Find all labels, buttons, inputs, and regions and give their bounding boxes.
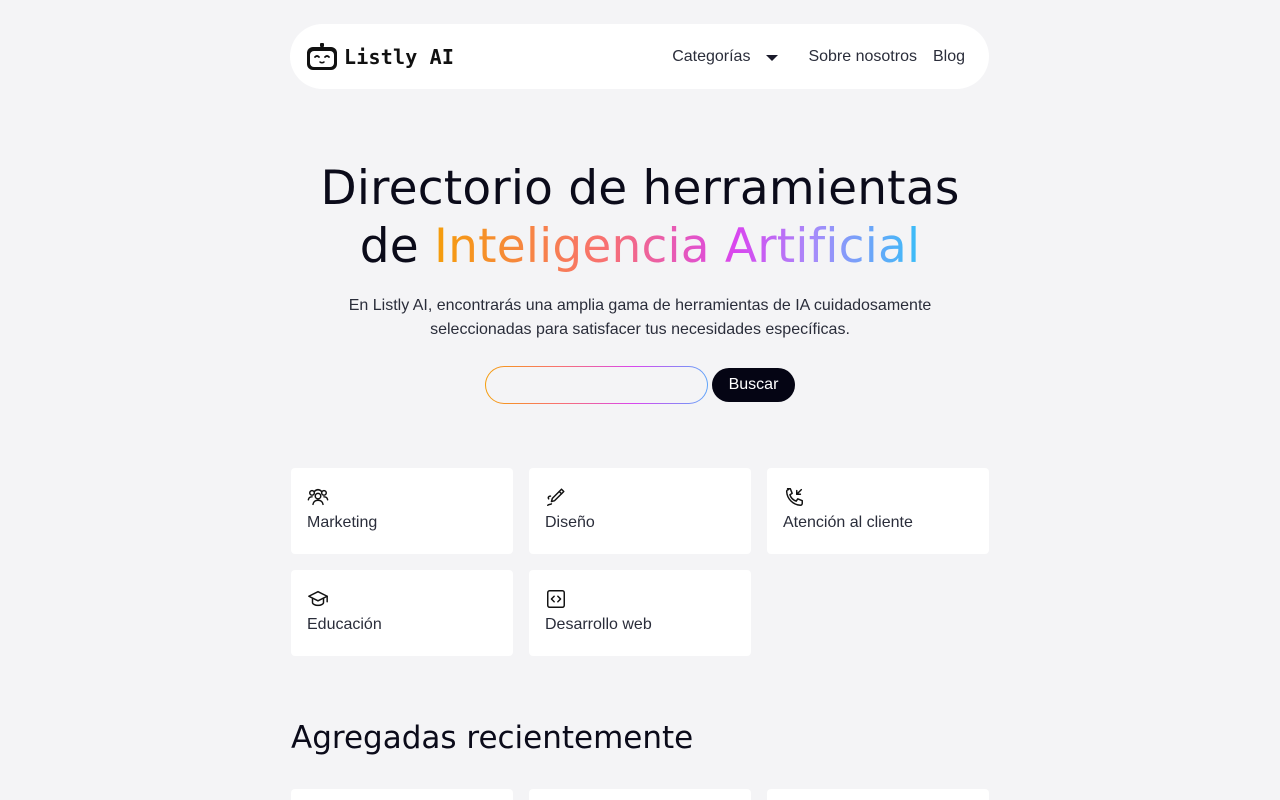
recent-cards (291, 789, 989, 800)
category-grid: Marketing Diseño Atención al cliente Edu… (291, 468, 989, 656)
recent-card[interactable] (767, 789, 989, 800)
hero-subtitle: En Listly AI, encontrarás una amplia gam… (348, 297, 932, 338)
hero-title: Directorio de herramientas de Inteligenc… (240, 160, 1040, 276)
category-label: Marketing (307, 514, 378, 531)
code-icon (547, 590, 565, 608)
brand-logo-link[interactable]: Listly AI (306, 42, 455, 71)
category-card-educacion[interactable]: Educación (291, 570, 513, 656)
category-card-atencion-al-cliente[interactable]: Atención al cliente (767, 468, 989, 554)
nav-blog-link[interactable]: Blog (933, 48, 965, 66)
category-label: Diseño (545, 514, 595, 531)
pen-icon (547, 488, 565, 506)
category-label: Desarrollo web (545, 616, 652, 633)
nav-categories-label: Categorías (672, 47, 751, 65)
search-input-wrapper (485, 366, 708, 404)
category-card-marketing[interactable]: Marketing (291, 468, 513, 554)
nav-categories-dropdown[interactable]: Categorías (672, 47, 779, 66)
category-label: Atención al cliente (783, 514, 913, 531)
graduation-cap-icon (308, 590, 328, 607)
nav-about-link[interactable]: Sobre nosotros (808, 48, 917, 66)
nav-links: Categorías Sobre nosotros Blog (672, 48, 965, 66)
robot-icon (307, 42, 337, 70)
category-label: Educación (307, 616, 382, 633)
search-input[interactable] (486, 367, 707, 403)
caret-down-icon (766, 54, 779, 61)
hero-title-prefix: de (359, 219, 435, 274)
hero-title-highlight: Inteligencia Artificial (434, 219, 921, 274)
hero-title-line1: Directorio de herramientas (320, 161, 960, 216)
search-button[interactable]: Buscar (712, 368, 795, 402)
users-icon (307, 488, 329, 506)
brand-name: Listly AI (344, 44, 455, 69)
navbar: Listly AI Categorías Sobre nosotros Blog (290, 24, 989, 89)
recent-section-title: Agregadas recientemente (291, 720, 694, 756)
recent-card[interactable] (529, 789, 751, 800)
category-card-desarrollo-web[interactable]: Desarrollo web (529, 570, 751, 656)
recent-card[interactable] (291, 789, 513, 800)
phone-incoming-icon (785, 488, 803, 506)
category-card-diseno[interactable]: Diseño (529, 468, 751, 554)
